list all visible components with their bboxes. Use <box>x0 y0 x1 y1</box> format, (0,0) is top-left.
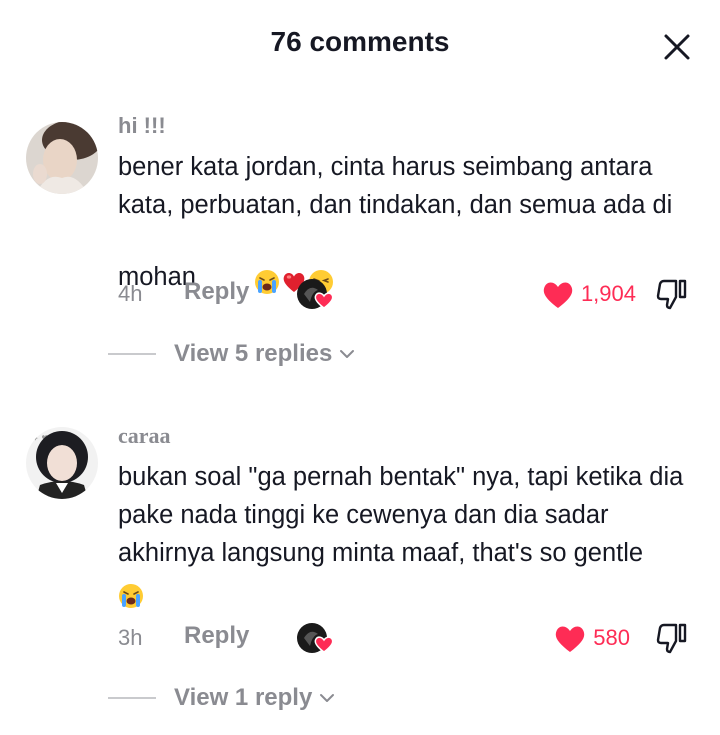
comment-item: hi !!! bener kata jordan, cinta harus se… <box>0 112 720 392</box>
comments-sheet: 76 comments hi !!! bener kata jordan, ci… <box>0 0 720 735</box>
comment-actions: 4h Reply 1,904 <box>118 274 700 314</box>
view-replies-label: View 5 replies <box>174 340 333 367</box>
loudly-crying-face-emoji <box>119 584 143 609</box>
like-button[interactable]: 580 <box>553 618 630 658</box>
comment-text-body: bukan soal "ga pernah bentak" nya, tapi … <box>118 463 691 567</box>
emoji-group <box>118 576 144 614</box>
creator-liked-badge <box>297 623 334 653</box>
comment-username[interactable]: caraa <box>118 422 700 450</box>
close-icon[interactable] <box>660 30 694 64</box>
comments-header: 76 comments <box>0 0 720 90</box>
heart-filled-icon <box>556 626 585 652</box>
reply-button[interactable]: Reply <box>184 278 249 306</box>
comment-username[interactable]: hi !!! <box>118 112 700 140</box>
comment-time: 3h <box>118 625 143 650</box>
like-count: 580 <box>593 625 630 650</box>
divider-line <box>108 353 156 355</box>
chevron-down-icon <box>340 350 355 358</box>
like-button[interactable]: 1,904 <box>541 274 636 314</box>
dislike-icon[interactable] <box>654 620 690 656</box>
chevron-down-icon <box>320 694 335 702</box>
avatar[interactable] <box>26 122 98 194</box>
like-count: 1,904 <box>580 281 636 306</box>
comment-actions: 3h Reply 580 <box>118 618 700 658</box>
view-replies-button[interactable]: View 5 replies <box>108 339 356 369</box>
creator-liked-badge <box>297 279 334 309</box>
dislike-icon[interactable] <box>654 276 690 312</box>
avatar[interactable]: ✦ ♥ <box>26 427 98 499</box>
comment-item: ✦ ♥ caraa bukan soal "ga pernah bentak" … <box>0 422 720 722</box>
heart-filled-icon <box>543 282 573 308</box>
view-replies-label: View 1 reply <box>174 684 313 711</box>
comment-text: bukan soal "ga pernah bentak" nya, tapi … <box>118 458 700 614</box>
view-replies-button[interactable]: View 1 reply <box>108 683 336 713</box>
comment-time: 4h <box>118 281 143 306</box>
divider-line <box>108 697 156 699</box>
reply-button[interactable]: Reply <box>184 622 249 650</box>
comments-count-title: 76 comments <box>270 26 450 57</box>
